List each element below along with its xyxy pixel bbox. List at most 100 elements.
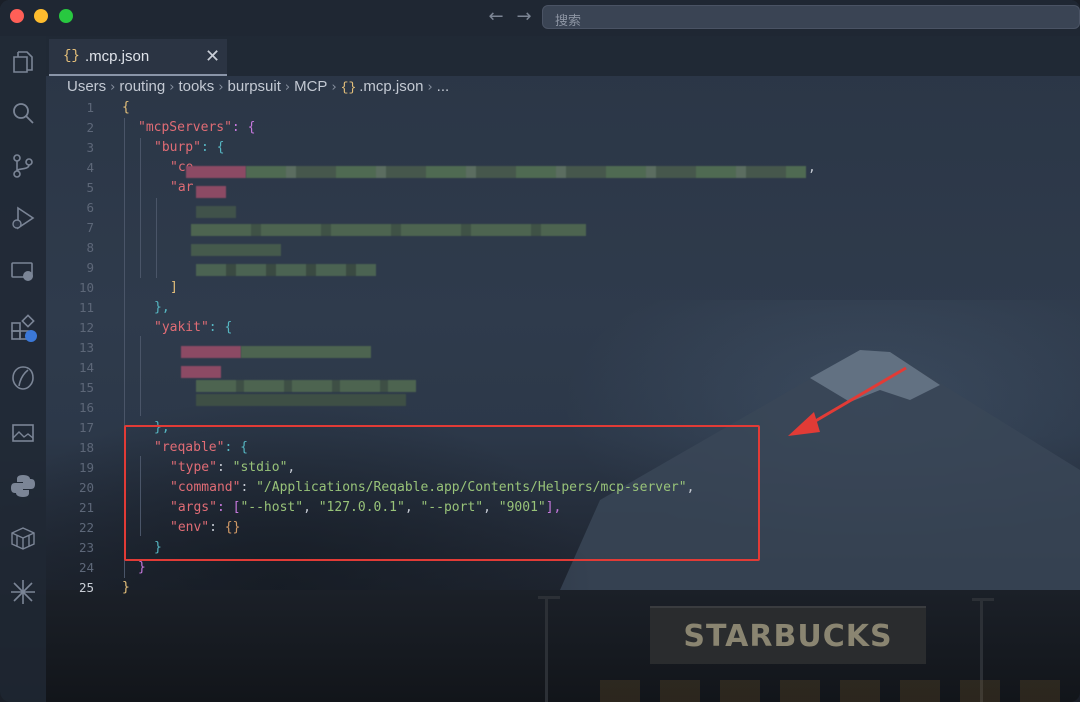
line-number: 10: [78, 280, 94, 295]
title-bar: ← → 搜索: [0, 0, 1080, 36]
line-number: 5: [86, 180, 94, 195]
indent-guide: [140, 336, 141, 416]
line-number-active: 25: [78, 580, 94, 595]
line-number: 1: [86, 100, 94, 115]
extensions-icon[interactable]: [9, 314, 37, 342]
redacted-block: [196, 394, 406, 406]
json-key: "ar: [170, 180, 194, 195]
line-number: 11: [78, 300, 94, 315]
chevron-right-icon: ›: [218, 80, 224, 95]
code-line: ]: [170, 280, 178, 295]
line-number: 18: [78, 440, 94, 455]
json-key: "burp": [154, 140, 201, 155]
search-placeholder: 搜索: [555, 13, 582, 28]
chevron-right-icon: ›: [284, 80, 291, 95]
breadcrumb-item[interactable]: MCP: [294, 78, 327, 95]
breadcrumb-file[interactable]: .mcp.json: [359, 78, 423, 95]
explorer-icon[interactable]: [9, 48, 37, 76]
copilot-icon[interactable]: [9, 364, 37, 392]
line-number: 23: [78, 540, 94, 555]
chevron-right-icon: ›: [169, 80, 175, 95]
line-number: 15: [78, 380, 94, 395]
line-number: 8: [86, 240, 94, 255]
line-number: 22: [78, 520, 94, 535]
breadcrumb: Users › routing › tooks › burpsuit › MCP ›{} .mcp.…: [67, 78, 449, 98]
line-number: 19: [78, 460, 94, 475]
code-line: }: [122, 580, 130, 595]
forward-arrow-icon[interactable]: →: [514, 7, 534, 27]
line-number: 21: [78, 500, 94, 515]
json-key: "yakit": [154, 320, 209, 335]
command-search-input[interactable]: 搜索: [542, 5, 1080, 29]
line-number: 16: [78, 400, 94, 415]
image-preview-icon[interactable]: [9, 420, 37, 448]
json-key: "mcpServers": [138, 120, 232, 135]
annotation-arrow-icon: [788, 366, 907, 436]
close-tab-icon[interactable]: ✕: [205, 46, 220, 67]
redacted-block: [196, 186, 226, 198]
json-punct: : {: [231, 120, 256, 135]
line-number: 2: [86, 120, 94, 135]
tab-bar: {} .mcp.json ✕: [46, 36, 1080, 76]
redacted-block: [196, 206, 236, 218]
remote-explorer-icon[interactable]: [9, 258, 37, 286]
redacted-block: [196, 264, 376, 276]
redacted-block: [191, 244, 281, 256]
redacted-block: [191, 224, 586, 236]
line-number: 14: [78, 360, 94, 375]
code-line: }: [138, 560, 146, 575]
code-line: "yakit": {: [154, 318, 232, 338]
line-number: 7: [86, 220, 94, 235]
line-number: 20: [78, 480, 94, 495]
breadcrumb-item[interactable]: Users: [67, 78, 106, 95]
maximize-window-button[interactable]: [59, 9, 73, 23]
breadcrumb-item[interactable]: tooks: [178, 78, 214, 95]
json-punct: : {: [208, 320, 233, 335]
line-number: 13: [78, 340, 94, 355]
chevron-right-icon: ›: [331, 80, 337, 95]
json-punct: ,: [808, 160, 816, 175]
sparkle-icon[interactable]: [9, 578, 37, 606]
tab-label: .mcp.json: [85, 48, 150, 65]
code-line: {: [122, 100, 130, 115]
tab-mcp-json[interactable]: {} .mcp.json ✕: [49, 39, 227, 76]
run-debug-icon[interactable]: [9, 204, 37, 232]
indent-guide: [140, 138, 141, 278]
line-number: 24: [78, 560, 94, 575]
code-line: "ar: [170, 178, 193, 198]
line-number: 3: [86, 140, 94, 155]
chevron-right-icon: ›: [427, 80, 433, 95]
breadcrumb-item[interactable]: routing: [119, 78, 165, 95]
redacted-block: [196, 380, 416, 392]
redacted-block: [181, 366, 221, 378]
back-arrow-icon[interactable]: ←: [486, 7, 506, 27]
redacted-block: [181, 346, 241, 358]
docker-icon[interactable]: [9, 524, 37, 552]
line-number: 12: [78, 320, 94, 335]
vscode-window: STARBUCKS ← → 搜索 {} .mcp.json ✕ Users › …: [0, 0, 1080, 702]
search-icon[interactable]: [9, 100, 37, 128]
line-number: 4: [86, 160, 94, 175]
json-punct: : {: [200, 140, 225, 155]
minimize-window-button[interactable]: [34, 9, 48, 23]
redacted-block: [186, 166, 246, 178]
indent-guide: [156, 198, 157, 278]
source-control-icon[interactable]: [9, 152, 37, 180]
line-number: 9: [86, 260, 94, 275]
json-file-icon: {}: [63, 48, 80, 64]
activity-bar: [0, 36, 46, 702]
redacted-block: [246, 166, 806, 178]
close-window-button[interactable]: [10, 9, 24, 23]
line-number: 17: [78, 420, 94, 435]
redacted-block: [241, 346, 371, 358]
json-file-icon: {}: [340, 80, 357, 95]
line-number: 6: [86, 200, 94, 215]
code-line: "burp": {: [154, 138, 224, 158]
python-icon[interactable]: [9, 472, 37, 500]
breadcrumb-item[interactable]: burpsuit: [228, 78, 281, 95]
code-line: },: [154, 300, 170, 315]
breadcrumb-ellipsis[interactable]: ...: [437, 78, 450, 95]
code-line: "mcpServers": {: [138, 118, 255, 138]
highlight-box: [124, 425, 760, 561]
code-editor[interactable]: 1 2 3 4 5 6 7 8 9 10 11 12 13 14 15 16 1…: [46, 98, 1080, 702]
